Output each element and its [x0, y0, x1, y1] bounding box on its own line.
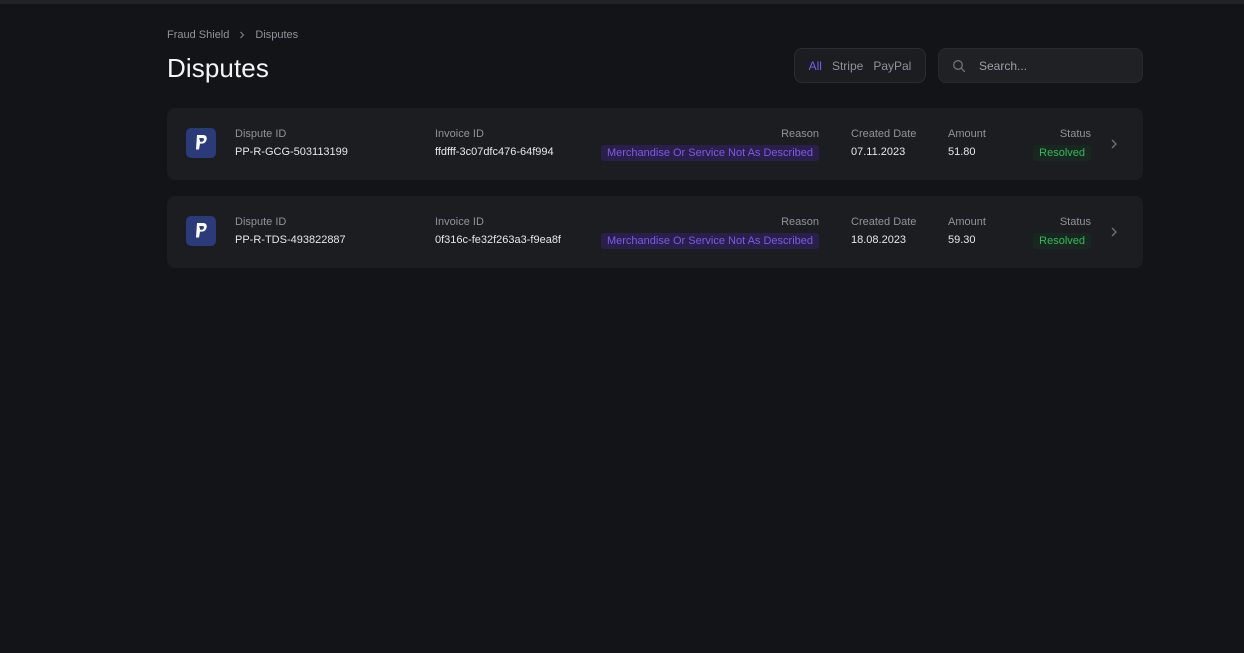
status-badge: Resolved: [1033, 233, 1091, 249]
filter-stripe-button[interactable]: Stripe: [827, 59, 868, 73]
created-date-label: Created Date: [851, 128, 917, 140]
created-date-value: 18.08.2023: [851, 234, 907, 246]
amount-value: 51.80: [948, 146, 976, 158]
chevron-right-icon: [1108, 226, 1120, 238]
created-date-cell: Created Date 07.11.2023: [851, 127, 916, 159]
amount-cell: Amount 51.80: [948, 127, 986, 159]
paypal-icon: [186, 216, 216, 246]
reason-label: Reason: [781, 128, 819, 140]
filter-all-button[interactable]: All: [804, 59, 827, 73]
chevron-right-icon: [1108, 138, 1120, 150]
invoice-id-cell: Invoice ID ffdfff-3c07dfc476-64f994: [435, 127, 554, 159]
chevron-right-icon: [237, 30, 247, 40]
breadcrumb-fraud-shield[interactable]: Fraud Shield: [167, 29, 229, 41]
dispute-row[interactable]: Dispute ID PP-R-GCG-503113199 Invoice ID…: [167, 108, 1143, 180]
page-title: Disputes: [167, 53, 269, 83]
reason-cell: Reason Merchandise Or Service Not As Des…: [587, 215, 819, 249]
top-border: [0, 0, 1244, 4]
paypal-icon: [186, 128, 216, 158]
breadcrumb: Fraud Shield Disputes: [167, 29, 298, 41]
invoice-id-value: 0f316c-fe32f263a3-f9ea8f: [435, 234, 561, 246]
reason-cell: Reason Merchandise Or Service Not As Des…: [587, 127, 819, 161]
invoice-id-label: Invoice ID: [435, 216, 484, 228]
status-label: Status: [1059, 128, 1091, 140]
reason-label: Reason: [781, 216, 819, 228]
provider-filter: All Stripe PayPal: [794, 48, 926, 83]
search-icon: [952, 59, 966, 73]
dispute-id-label: Dispute ID: [235, 128, 287, 140]
amount-label: Amount: [948, 128, 986, 140]
created-date-value: 07.11.2023: [851, 146, 906, 158]
amount-label: Amount: [948, 216, 986, 228]
dispute-row[interactable]: Dispute ID PP-R-TDS-493822887 Invoice ID…: [167, 196, 1143, 268]
invoice-id-value: ffdfff-3c07dfc476-64f994: [435, 146, 554, 158]
dispute-id-value: PP-R-TDS-493822887: [235, 234, 346, 246]
dispute-id-label: Dispute ID: [235, 216, 287, 228]
filter-paypal-button[interactable]: PayPal: [868, 59, 916, 73]
amount-value: 59.30: [948, 234, 976, 246]
reason-badge: Merchandise Or Service Not As Described: [600, 145, 819, 161]
search-box: [938, 48, 1143, 83]
status-cell: Status Resolved: [1017, 215, 1091, 249]
reason-badge: Merchandise Or Service Not As Described: [600, 233, 819, 249]
status-cell: Status Resolved: [1017, 127, 1091, 161]
status-badge: Resolved: [1033, 145, 1091, 161]
invoice-id-label: Invoice ID: [435, 128, 484, 140]
dispute-id-cell: Dispute ID PP-R-GCG-503113199: [235, 127, 348, 159]
amount-cell: Amount 59.30: [948, 215, 986, 247]
breadcrumb-disputes: Disputes: [255, 29, 299, 41]
created-date-cell: Created Date 18.08.2023: [851, 215, 916, 247]
dispute-id-cell: Dispute ID PP-R-TDS-493822887: [235, 215, 346, 247]
status-label: Status: [1059, 216, 1091, 228]
search-input[interactable]: [979, 58, 1129, 73]
dispute-id-value: PP-R-GCG-503113199: [235, 146, 348, 158]
invoice-id-cell: Invoice ID 0f316c-fe32f263a3-f9ea8f: [435, 215, 561, 247]
created-date-label: Created Date: [851, 216, 917, 228]
